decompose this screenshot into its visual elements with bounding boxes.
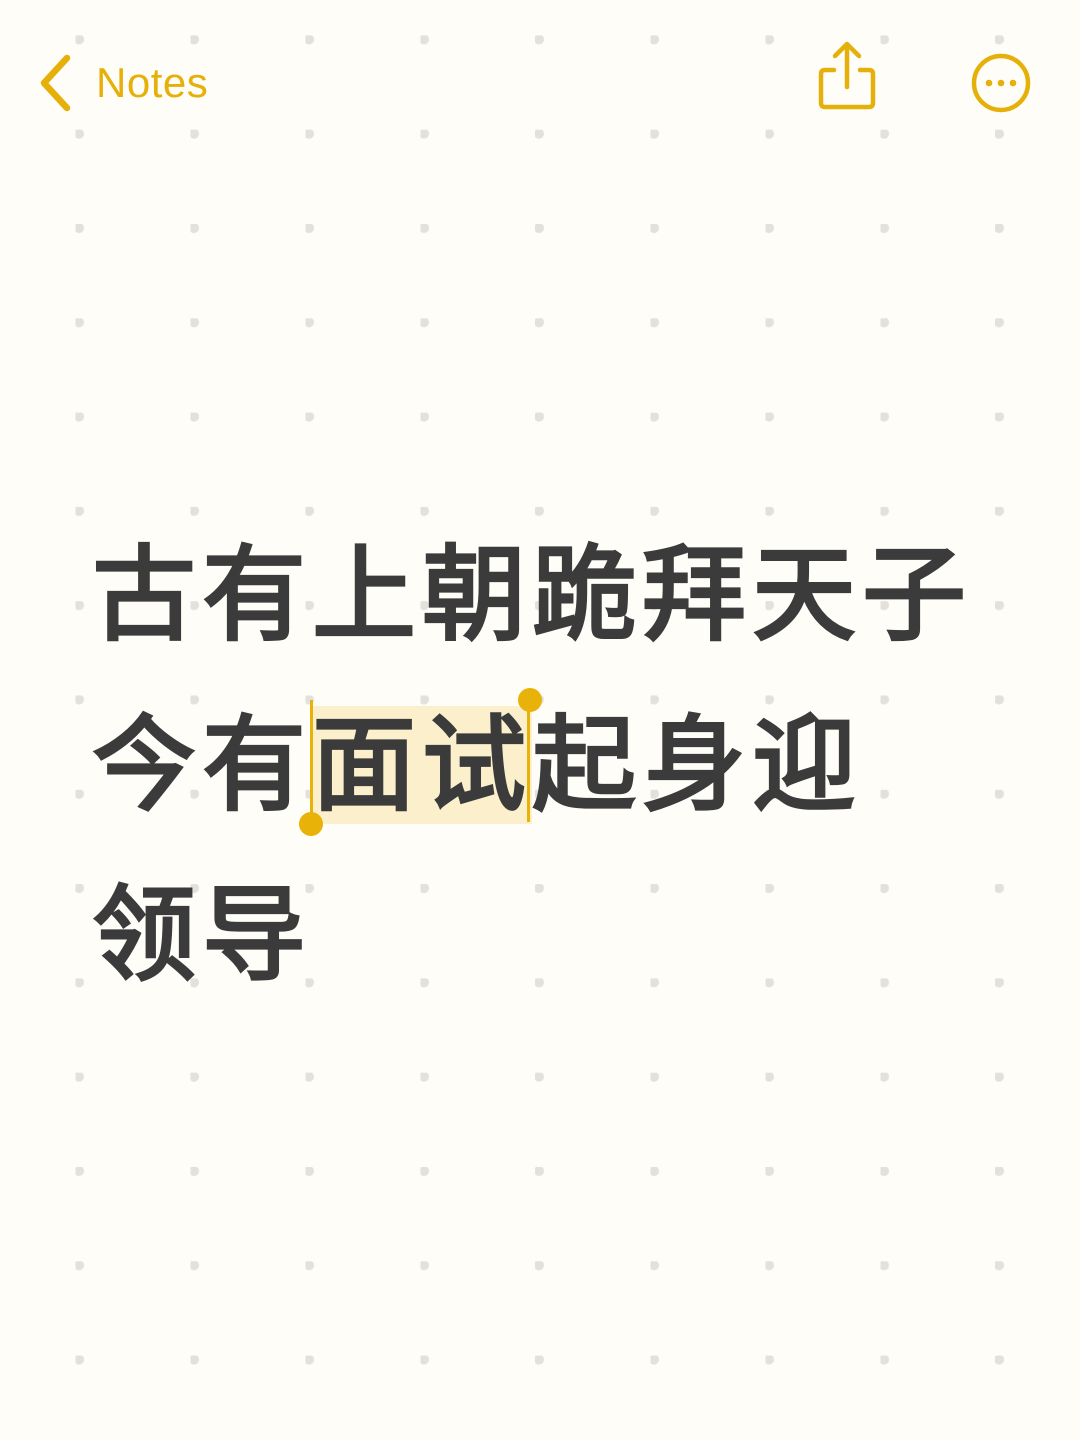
- share-button[interactable]: [816, 40, 878, 112]
- selection-start-caret: [310, 700, 314, 822]
- more-button[interactable]: [970, 52, 1032, 114]
- note-line-1: 古有上朝跪拜天子: [92, 510, 1022, 680]
- note-line-3: 领导: [92, 850, 1022, 1020]
- note-text: 今有: [92, 704, 313, 826]
- share-icon: [818, 41, 876, 110]
- selection-start-handle[interactable]: [299, 812, 324, 836]
- selection-end-handle[interactable]: [518, 688, 543, 712]
- note-body[interactable]: 古有上朝跪拜天子 今有 面试 起身迎 领导: [92, 510, 1022, 1020]
- back-button-label: Notes: [96, 59, 209, 106]
- text-selection[interactable]: 面试: [299, 688, 543, 836]
- selection-end-caret: [527, 700, 531, 822]
- note-line-2: 今有 面试 起身迎: [92, 680, 1022, 850]
- notes-page: Notes 古有上朝跪拜天子 今有 面试 起身迎 领导: [0, 0, 1080, 1440]
- selected-text: 面试: [312, 704, 533, 826]
- chevron-left-icon: [40, 54, 71, 112]
- note-text: 领导: [92, 874, 313, 996]
- ellipsis-circle-icon: [971, 53, 1031, 113]
- back-button[interactable]: Notes: [38, 52, 208, 114]
- note-text: 古有上朝跪拜天子: [92, 534, 973, 656]
- note-text: 起身迎: [532, 704, 863, 826]
